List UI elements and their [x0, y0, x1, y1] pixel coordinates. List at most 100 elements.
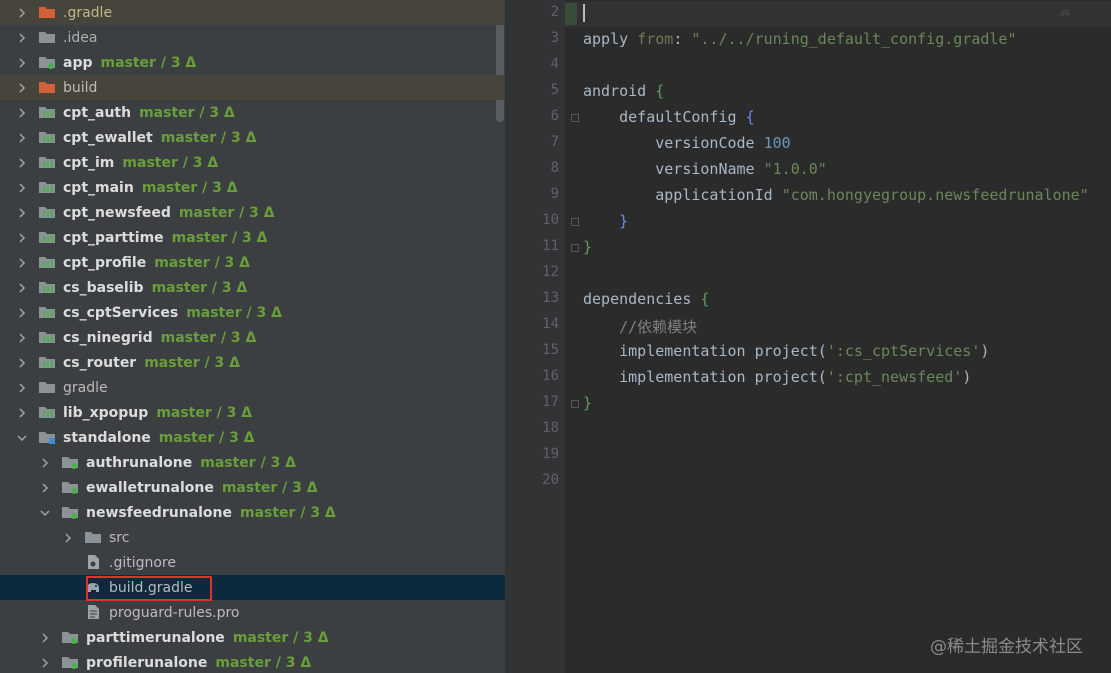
code-line-15[interactable]: implementation project(':cs_cptServices'… — [583, 342, 989, 360]
chevron-right-icon[interactable] — [16, 332, 28, 344]
code-line-3[interactable]: apply from: "../../runing_default_config… — [583, 30, 1016, 48]
fold-marker[interactable] — [571, 244, 579, 252]
tree-row-cpt-newsfeed[interactable]: cpt_newsfeed master / 3 Δ — [0, 200, 505, 225]
tree-row-cs-cptservices[interactable]: cs_cptServices master / 3 Δ — [0, 300, 505, 325]
fold-marker[interactable] — [571, 114, 579, 122]
tree-row-lib-xpopup[interactable]: lib_xpopup master / 3 Δ — [0, 400, 505, 425]
tree-row-app[interactable]: app master / 3 Δ — [0, 50, 505, 75]
code-line-11[interactable]: } — [583, 238, 592, 256]
version-code-value: 100 — [763, 134, 791, 152]
chevron-right-icon[interactable] — [16, 132, 28, 144]
tree-row-cpt-parttime[interactable]: cpt_parttime master / 3 Δ — [0, 225, 505, 250]
item-name: .gitignore — [109, 554, 176, 571]
chevron-right-icon[interactable] — [16, 207, 28, 219]
vcs-change-marker[interactable] — [565, 3, 577, 25]
tree-row-gradle[interactable]: gradle — [0, 375, 505, 400]
tree-row-newsfeedrunalone[interactable]: newsfeedrunalone master / 3 Δ — [0, 500, 505, 525]
code-line-17[interactable]: } — [583, 394, 592, 412]
item-name: .gradle — [63, 4, 113, 21]
tree-item-label: cs_baselib master / 3 Δ — [63, 280, 247, 296]
tree-row-cpt-main[interactable]: cpt_main master / 3 Δ — [0, 175, 505, 200]
chevron-down-icon[interactable] — [39, 507, 51, 519]
paren: ) — [980, 342, 990, 360]
chevron-right-icon[interactable] — [16, 407, 28, 419]
brace: { — [655, 82, 665, 100]
code-line-7[interactable]: versionCode 100 — [583, 134, 791, 152]
tree-row-cs-baselib[interactable]: cs_baselib master / 3 Δ — [0, 275, 505, 300]
code-line-14[interactable]: //依赖模块 — [583, 316, 697, 337]
tree-row-authrunalone[interactable]: authrunalone master / 3 Δ — [0, 450, 505, 475]
chevron-right-icon[interactable] — [62, 532, 74, 544]
tree-item-label: .gradle — [63, 5, 112, 21]
tree-row-profilerunalone[interactable]: profilerunalone master / 3 Δ — [0, 650, 505, 673]
chevron-right-icon[interactable] — [16, 257, 28, 269]
chevron-right-icon[interactable] — [39, 632, 51, 644]
tree-row-cs-ninegrid[interactable]: cs_ninegrid master / 3 Δ — [0, 325, 505, 350]
current-line-highlight — [565, 1, 1111, 27]
apply-keyword: apply — [583, 30, 629, 48]
chevron-right-icon[interactable] — [16, 107, 28, 119]
tree-item-label: cpt_parttime master / 3 Δ — [63, 230, 267, 246]
item-name: cpt_newsfeed — [63, 204, 171, 221]
tree-item-label: .gitignore — [109, 555, 176, 571]
item-name: profilerunalone — [86, 654, 208, 671]
item-name: lib_xpopup — [63, 404, 149, 421]
fold-marker[interactable] — [571, 218, 579, 226]
chevron-right-icon[interactable] — [16, 307, 28, 319]
tree-row-gradle[interactable]: .gradle — [0, 0, 505, 25]
tree-row-parttimerunalone[interactable]: parttimerunalone master / 3 Δ — [0, 625, 505, 650]
chevron-right-icon[interactable] — [16, 82, 28, 94]
chevron-right-icon[interactable] — [16, 7, 28, 19]
gradle-elephant-icon[interactable] — [1058, 6, 1072, 20]
tree-row-standalone[interactable]: standalone master / 3 Δ — [0, 425, 505, 450]
chevron-right-icon[interactable] — [16, 357, 28, 369]
code-line-16[interactable]: implementation project(':cpt_newsfeed') — [583, 368, 971, 386]
chevron-right-icon[interactable] — [16, 32, 28, 44]
chevron-right-icon[interactable] — [16, 182, 28, 194]
tree-row-build-gradle[interactable]: build.gradle — [0, 575, 505, 600]
tree-row-proguard-rules-pro[interactable]: proguard-rules.pro — [0, 600, 505, 625]
vcs-branch-status: master / 3 Δ — [160, 129, 257, 146]
chevron-right-icon[interactable] — [16, 57, 28, 69]
library-module-icon — [38, 154, 56, 170]
code-editor[interactable]: 2 3 4 5 6 7 8 9 10 11 12 13 14 15 16 17 18 19 20 apply fro… — [505, 0, 1111, 673]
code-line-5[interactable]: android { — [583, 82, 664, 100]
tree-row-cpt-auth[interactable]: cpt_auth master / 3 Δ — [0, 100, 505, 125]
library-module-icon — [38, 254, 56, 270]
folder-icon — [84, 529, 102, 545]
tree-row-cs-router[interactable]: cs_router master / 3 Δ — [0, 350, 505, 375]
tree-item-label: standalone master / 3 Δ — [63, 430, 255, 446]
tree-item-label: src — [109, 530, 129, 546]
tree-row-idea[interactable]: .idea — [0, 25, 505, 50]
tree-row-cpt-ewallet[interactable]: cpt_ewallet master / 3 Δ — [0, 125, 505, 150]
vcs-branch-status: master / 3 Δ — [171, 229, 268, 246]
chevron-right-icon[interactable] — [16, 282, 28, 294]
tree-row-gitignore[interactable]: .gitignore — [0, 550, 505, 575]
tree-row-cpt-im[interactable]: cpt_im master / 3 Δ — [0, 150, 505, 175]
tree-item-label: parttimerunalone master / 3 Δ — [86, 630, 329, 646]
chevron-right-icon[interactable] — [16, 232, 28, 244]
module-group-icon — [38, 429, 56, 445]
chevron-right-icon[interactable] — [16, 157, 28, 169]
item-name: cpt_ewallet — [63, 129, 153, 146]
line-number: 4 — [550, 56, 559, 72]
tree-row-build[interactable]: build — [0, 75, 505, 100]
item-name: build — [63, 79, 98, 96]
library-module-icon — [38, 229, 56, 245]
chevron-right-icon[interactable] — [16, 382, 28, 394]
code-line-9[interactable]: applicationId "com.hongyegroup.newsfeedr… — [583, 186, 1089, 204]
chevron-right-icon[interactable] — [39, 482, 51, 494]
code-line-8[interactable]: versionName "1.0.0" — [583, 160, 827, 178]
code-line-13[interactable]: dependencies { — [583, 290, 709, 308]
tree-row-cpt-profile[interactable]: cpt_profile master / 3 Δ — [0, 250, 505, 275]
code-line-10[interactable]: } — [583, 212, 628, 230]
chevron-down-icon[interactable] — [16, 432, 28, 444]
tree-item-label: proguard-rules.pro — [109, 605, 239, 621]
tree-row-ewalletrunalone[interactable]: ewalletrunalone master / 3 Δ — [0, 475, 505, 500]
tree-row-src[interactable]: src — [0, 525, 505, 550]
line-number: 9 — [550, 186, 559, 202]
fold-marker[interactable] — [571, 400, 579, 408]
chevron-right-icon[interactable] — [39, 457, 51, 469]
chevron-right-icon[interactable] — [39, 657, 51, 669]
code-line-6[interactable]: defaultConfig { — [583, 108, 754, 126]
